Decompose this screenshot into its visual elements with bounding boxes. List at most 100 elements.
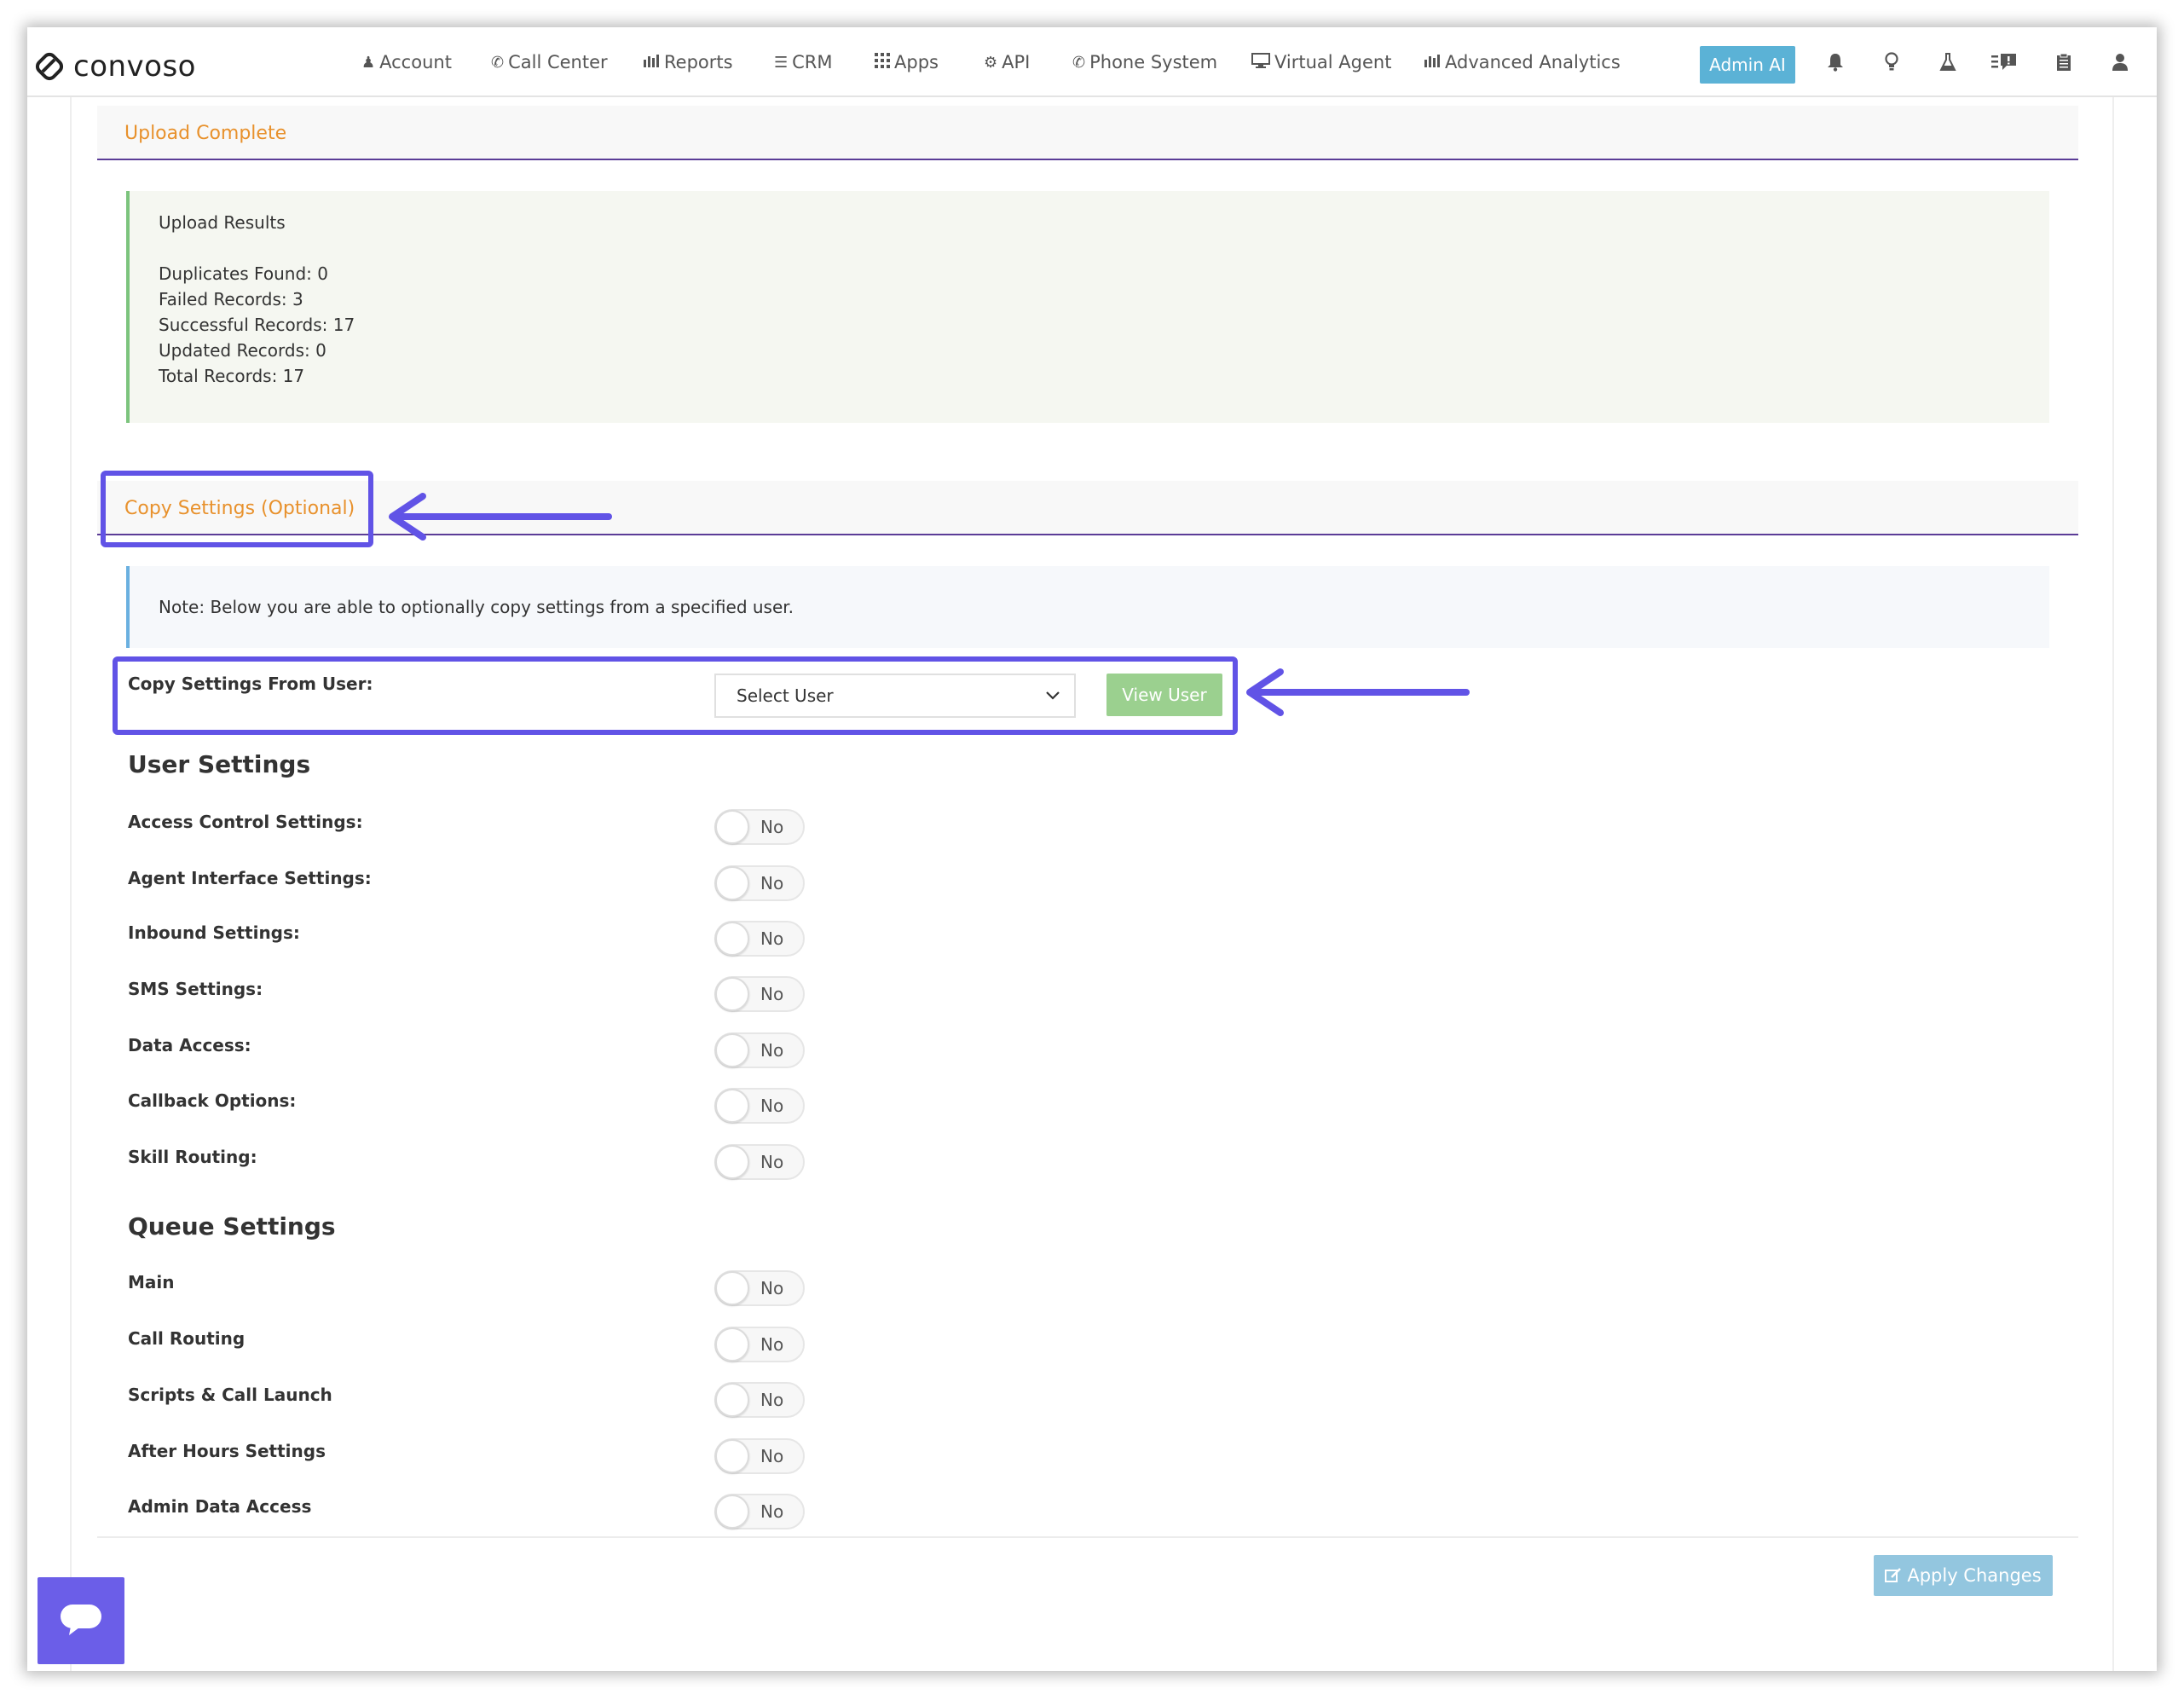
list-icon: ☰ bbox=[774, 53, 789, 72]
inbound-settings-toggle[interactable]: No bbox=[714, 921, 805, 957]
toggle-value: No bbox=[760, 1446, 784, 1466]
nav-phone-system[interactable]: ✆ Phone System bbox=[1072, 27, 1217, 97]
toggle-knob bbox=[715, 1271, 749, 1305]
data-access-toggle[interactable]: No bbox=[714, 1032, 805, 1068]
edit-icon bbox=[1885, 1568, 1902, 1583]
call-routing-toggle[interactable]: No bbox=[714, 1327, 805, 1362]
main-toggle[interactable]: No bbox=[714, 1270, 805, 1306]
admin-data-access-toggle[interactable]: No bbox=[714, 1494, 805, 1529]
toggle-knob bbox=[715, 1495, 749, 1529]
nav-reports-label: Reports bbox=[664, 52, 733, 72]
user-icon: ♟ bbox=[361, 53, 376, 72]
select-user-value: Select User bbox=[737, 685, 834, 706]
chat-list-icon[interactable] bbox=[1990, 48, 2019, 77]
toggle-knob bbox=[715, 1439, 749, 1473]
agent-interface-toggle[interactable]: No bbox=[714, 865, 805, 901]
grid-icon bbox=[875, 52, 890, 72]
nav-account[interactable]: ♟ Account bbox=[361, 27, 452, 97]
chevron-down-icon bbox=[1043, 685, 1062, 708]
setting-label: After Hours Settings bbox=[128, 1441, 326, 1461]
gear-icon: ⚙ bbox=[984, 53, 998, 72]
failed-records: Failed Records: 3 bbox=[159, 289, 303, 309]
toggle-value: No bbox=[760, 984, 784, 1004]
monitor-icon bbox=[1251, 52, 1270, 72]
toggle-knob bbox=[715, 977, 749, 1011]
user-icon[interactable] bbox=[2106, 48, 2135, 77]
setting-label: Inbound Settings: bbox=[128, 922, 300, 943]
upload-results-title: Upload Results bbox=[159, 212, 286, 233]
annotation-arrow bbox=[1246, 668, 1470, 716]
phone-icon: ✆ bbox=[1072, 53, 1086, 72]
duplicates-found: Duplicates Found: 0 bbox=[159, 263, 328, 284]
setting-label: Data Access: bbox=[128, 1035, 251, 1055]
nav-phone-system-label: Phone System bbox=[1089, 52, 1218, 72]
chat-bubble-icon bbox=[61, 1605, 101, 1635]
select-user-dropdown[interactable]: Select User bbox=[714, 674, 1076, 718]
nav-crm[interactable]: ☰ CRM bbox=[774, 27, 833, 97]
flask-icon[interactable] bbox=[1933, 48, 1962, 77]
bar-chart-icon bbox=[1424, 53, 1441, 72]
setting-label: SMS Settings: bbox=[128, 979, 263, 999]
toggle-knob bbox=[715, 1383, 749, 1417]
convoso-logo-icon bbox=[35, 52, 64, 81]
upload-complete-header: Upload Complete bbox=[97, 106, 2078, 160]
toggle-value: No bbox=[760, 1501, 784, 1522]
admin-ai-button[interactable]: Admin AI bbox=[1700, 46, 1795, 84]
queue-settings-title: Queue Settings bbox=[128, 1212, 336, 1240]
setting-label: Callback Options: bbox=[128, 1090, 297, 1111]
copy-from-user-label: Copy Settings From User: bbox=[128, 674, 373, 694]
callback-options-toggle[interactable]: No bbox=[714, 1088, 805, 1124]
user-settings-title: User Settings bbox=[128, 750, 311, 778]
footer-divider bbox=[97, 1536, 2078, 1538]
nav-call-center[interactable]: ✆ Call Center bbox=[491, 27, 608, 97]
toggle-value: No bbox=[760, 1040, 784, 1061]
scripts-call-launch-toggle[interactable]: No bbox=[714, 1382, 805, 1418]
toggle-value: No bbox=[760, 1096, 784, 1116]
setting-label: Skill Routing: bbox=[128, 1147, 257, 1167]
setting-label: Access Control Settings: bbox=[128, 812, 363, 832]
nav-apps-label: Apps bbox=[894, 52, 939, 72]
chat-widget-button[interactable] bbox=[38, 1577, 124, 1664]
nav-virtual-agent-label: Virtual Agent bbox=[1274, 52, 1392, 72]
skill-routing-toggle[interactable]: No bbox=[714, 1144, 805, 1180]
nav-call-center-label: Call Center bbox=[508, 52, 608, 72]
upload-complete-title: Upload Complete bbox=[124, 122, 287, 144]
top-navbar: convoso ♟ Account ✆ Call Center Reports … bbox=[27, 27, 2157, 97]
toggle-value: No bbox=[760, 1152, 784, 1172]
toggle-knob bbox=[715, 1089, 749, 1123]
toggle-value: No bbox=[760, 1334, 784, 1355]
access-control-toggle[interactable]: No bbox=[714, 809, 805, 845]
upload-results-box: Upload Results Duplicates Found: 0 Faile… bbox=[126, 191, 2049, 423]
convoso-logo[interactable]: convoso bbox=[32, 48, 196, 85]
nav-advanced-analytics[interactable]: Advanced Analytics bbox=[1424, 27, 1621, 97]
lightbulb-icon[interactable] bbox=[1877, 48, 1906, 77]
setting-label: Agent Interface Settings: bbox=[128, 868, 372, 888]
nav-crm-label: CRM bbox=[792, 52, 833, 72]
nav-reports[interactable]: Reports bbox=[643, 27, 733, 97]
apply-changes-label: Apply Changes bbox=[1907, 1565, 2042, 1586]
toggle-knob bbox=[715, 1033, 749, 1067]
nav-apps[interactable]: Apps bbox=[875, 27, 939, 97]
nav-api[interactable]: ⚙ API bbox=[984, 27, 1030, 97]
total-records: Total Records: 17 bbox=[159, 366, 305, 386]
apply-changes-button[interactable]: Apply Changes bbox=[1874, 1555, 2053, 1596]
clipboard-icon[interactable] bbox=[2049, 48, 2078, 77]
updated-records: Updated Records: 0 bbox=[159, 340, 326, 361]
toggle-knob bbox=[715, 1145, 749, 1179]
setting-label: Admin Data Access bbox=[128, 1496, 312, 1517]
after-hours-toggle[interactable]: No bbox=[714, 1438, 805, 1474]
sms-settings-toggle[interactable]: No bbox=[714, 976, 805, 1012]
nav-account-label: Account bbox=[379, 52, 452, 72]
nav-api-label: API bbox=[1002, 52, 1031, 72]
toggle-value: No bbox=[760, 873, 784, 893]
copy-settings-note: Note: Below you are able to optionally c… bbox=[126, 566, 2049, 648]
nav-virtual-agent[interactable]: Virtual Agent bbox=[1251, 27, 1391, 97]
toggle-knob bbox=[715, 866, 749, 900]
toggle-value: No bbox=[760, 928, 784, 949]
view-user-button[interactable]: View User bbox=[1106, 674, 1222, 716]
nav-advanced-analytics-label: Advanced Analytics bbox=[1445, 52, 1621, 72]
brand-name: convoso bbox=[73, 49, 196, 84]
toggle-knob bbox=[715, 1327, 749, 1362]
setting-label: Scripts & Call Launch bbox=[128, 1385, 332, 1405]
bell-icon[interactable] bbox=[1821, 48, 1850, 77]
